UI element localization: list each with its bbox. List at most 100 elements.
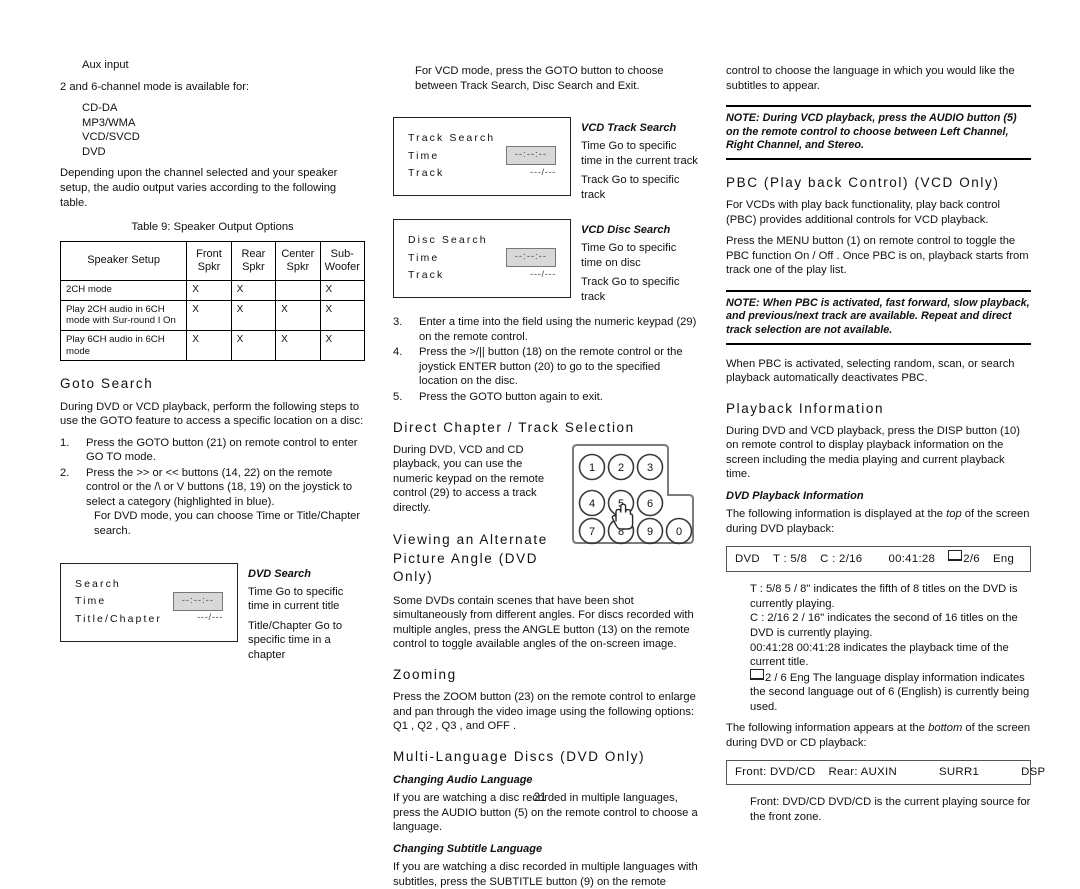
key-2: 2 [618,462,624,474]
dvd-playback-intro-a: The following information is displayed a… [726,508,947,521]
subtitle-continuation-text: control to choose the language in which … [726,65,1015,92]
osd-time-row: Time --:--:-- [408,146,556,166]
definition-item: C : 2/16 2 / 16" indicates the second of… [750,612,1018,639]
osd-titlechapter-row: Title/Chapter ---/--- [75,611,223,627]
strip-chapter: C : 2/16 [820,553,863,566]
table-header-row: Speaker Setup Front Spkr Rear Spkr Center S… [59,240,366,282]
row-label: Play 2CH audio in 6CH mode with Sur-roun… [59,299,188,332]
osd-time-field[interactable]: --:--:-- [172,591,223,611]
vcd-disc-search-caption: VCD Disc Search [581,224,671,237]
osd-title-row: Disc Search [408,232,556,248]
list-item: 1. Press the GOTO button (21) on remote … [60,436,365,465]
strip-lang-code: Eng [992,553,1015,566]
manual-page: Aux input 2 and 6-channel mode is availa… [0,0,1080,888]
note-block-vcd-audio: NOTE: During VCD playback, press the AUD… [726,105,1031,160]
column-header-speaker-setup: Speaker Setup [59,240,188,282]
vcd-goto-intro: For VCD mode, press the GOTO button to c… [415,65,664,92]
key-0: 0 [676,526,682,538]
zooming-text: Press the ZOOM button (23) on the remote… [393,691,696,733]
vcd-track-search-figure: Track Search Time --:--:-- Track ---/--- [393,107,698,207]
osd-title: Search [75,577,121,590]
strip-title: T : 5/8 [772,553,808,566]
strip-surround-mode: SURR1 [939,766,980,779]
subtitle-glyph-icon [750,668,764,680]
numeric-keypad-svg: 1 2 3 4 5 6 7 8 9 0 [572,443,694,544]
osd-track-label: Track [408,167,445,180]
strip-lang: 2/6 [963,553,980,566]
note-rule-bottom [726,157,1031,160]
key-4: 4 [589,498,595,510]
definition-item-language: 2 / 6 Eng The language display informati… [726,668,1031,715]
cell-center: X [275,299,321,332]
note-block-pbc: NOTE: When PBC is activated, fast forwar… [726,289,1031,345]
table-row: Play 6CH audio in 6CH mode X X X X [59,330,366,362]
format-item: DVD [82,145,106,158]
dvd-playback-intro: The following information is displayed a… [726,507,1031,536]
cell-rear: X [230,330,277,362]
cell-front: X [186,330,232,362]
step-text: Press the GOTO button again to exit. [419,391,603,404]
table-row: 2CH mode X X X [59,280,366,301]
disc-search-osd: Disc Search Time --:--:-- Track ---/--- [393,219,571,299]
dvd-search-figure: Search Time --:--:-- Title/Chapter ---/-… [60,553,365,667]
osd-time-field[interactable]: --:--:-- [505,248,556,268]
pbc-text-1: For VCDs with play back functionality, p… [726,198,1000,226]
osd-time-field[interactable]: --:--:-- [505,146,556,166]
step-text: Press the >/|| button (18) on the remote… [419,346,683,388]
strip-time: 00:41:28 [888,553,936,566]
definition-item: Track Go to specific track [581,276,680,303]
section-heading-multi-language: Multi-Language Discs (DVD Only) [393,748,646,764]
table-caption: Table 9: Speaker Output Options [131,221,294,234]
strip-rear-source: Rear: AUXIN [828,766,897,779]
speaker-setup-paragraph: Depending upon the channel selected and … [60,167,338,209]
dvd-search-caption: DVD Search [248,567,311,580]
format-item: CD-DA [82,102,118,115]
column-header-subwoofer: Sub- Woofer [319,240,366,282]
keypad-keys [578,453,693,544]
osd-time-label: Time [75,595,107,608]
definition-item: Time Go to specific time in the current … [581,140,698,167]
step-number: 3. [393,316,403,329]
vcd-track-search-caption: VCD Track Search [581,122,677,135]
key-7: 7 [589,526,595,538]
key-6: 6 [647,498,653,510]
note-rule-bottom [726,342,1031,345]
definition-item: 00:41:28 00:41:28 indicates the playback… [750,641,1009,669]
pbc-text-3: When PBC is activated, selecting random,… [726,357,1015,385]
definition-item: Title/Chapter Go to specific time in a c… [248,619,343,661]
cell-front: X [186,280,232,301]
aux-input-item: Aux input [82,59,129,71]
step-number: 5. [393,391,403,404]
step-number: 2. [60,466,70,479]
keypad-figure-block: During DVD, VCD and CD playback, you can… [393,443,698,592]
osd-track-label: Track [408,269,445,282]
section-heading-zooming: Zooming [393,666,457,682]
list-item: 3. Enter a time into the field using the… [393,315,698,344]
osd-title: Disc Search [408,234,488,247]
subheading-changing-audio-language: Changing Audio Language [393,773,533,786]
step-text: Enter a time into the field using the nu… [419,316,697,343]
definition-item: Time Go to specific time in current titl… [248,585,344,613]
step-main-text: Press the >> or << buttons (14, 22) on t… [86,466,353,508]
track-search-description: VCD Track Search Time Go to specific tim… [581,107,698,207]
strip-dsp: DSP [1021,766,1046,779]
step-text: Press the GOTO button (21) on remote con… [86,436,358,464]
goto-search-intro: During DVD or VCD playback, perform the … [60,400,364,428]
osd-track-row: Track ---/--- [408,267,556,283]
cell-subwoofer: X [319,280,366,301]
list-item: 5. Press the GOTO button again to exit. [393,390,698,405]
list-item: 4. Press the >/|| button (18) on the rem… [393,345,698,389]
osd-track-field[interactable]: ---/--- [530,166,556,181]
dvd-bottom-intro: The following information appears at the… [726,721,1031,750]
right-column: control to choose the language in which … [726,58,1045,823]
section-heading-pbc: PBC (Play back Control) (VCD Only) [726,174,1000,190]
osd-track-field[interactable]: ---/--- [530,268,556,283]
dvd-bottom-intro-emphasis: bottom [928,722,963,735]
vcd-disc-search-figure: Disc Search Time --:--:-- Track ---/--- [393,209,698,309]
definition-text: 2 / 6 Eng The language display informati… [750,671,1030,713]
osd-title-row: Track Search [408,130,556,146]
definition-item: T : 5/8 5 / 8" indicates the fifth of 8 … [750,583,1018,610]
osd-titlechapter-field[interactable]: ---/--- [197,611,223,626]
subheading-dvd-playback-information: DVD Playback Information [726,490,864,503]
column-header-rear: Rear Spkr [230,240,277,282]
